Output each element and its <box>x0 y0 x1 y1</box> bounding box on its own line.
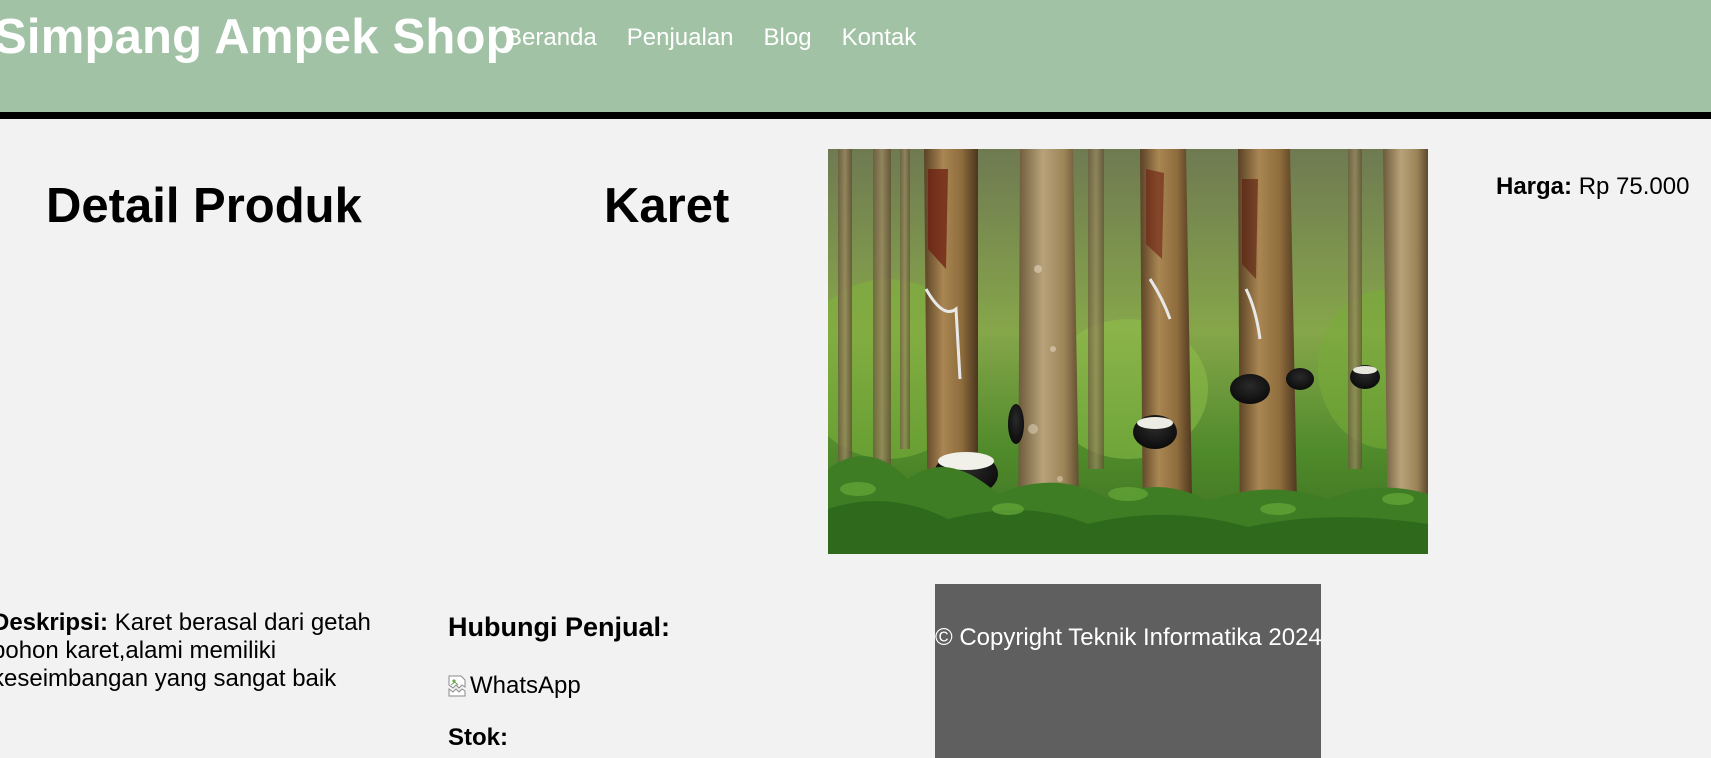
price-label: Harga: <box>1496 173 1573 200</box>
product-name: Karet <box>604 179 730 233</box>
price-value: Rp 75.000 <box>1572 173 1690 200</box>
product-description: Deskripsi: Karet berasal dari getah poho… <box>0 609 382 693</box>
whatsapp-alt-text: WhatsApp <box>470 672 581 699</box>
site-header: Simpang Ampek Shop Beranda Penjualan Blo… <box>0 0 1711 119</box>
description-label: Deskripsi: <box>0 609 109 636</box>
page-title: Detail Produk <box>46 179 362 233</box>
copyright-text: © Copyright Teknik Informatika 2024 <box>935 624 1322 651</box>
nav-link-blog[interactable]: Blog <box>764 24 812 52</box>
stock-label: Stok: <box>448 724 508 751</box>
main-nav: Beranda Penjualan Blog Kontak <box>506 24 946 52</box>
site-footer: © Copyright Teknik Informatika 2024 <box>935 584 1322 758</box>
nav-link-penjualan[interactable]: Penjualan <box>627 24 734 52</box>
nav-link-beranda[interactable]: Beranda <box>506 24 597 52</box>
product-image <box>828 149 1428 554</box>
broken-image-icon <box>448 675 468 697</box>
site-brand[interactable]: Simpang Ampek Shop <box>0 9 516 65</box>
nav-link-kontak[interactable]: Kontak <box>842 24 917 52</box>
product-price: Harga: Rp 75.000 <box>1496 173 1689 201</box>
contact-seller-heading: Hubungi Penjual: <box>448 612 670 642</box>
whatsapp-link[interactable]: WhatsApp <box>448 672 581 700</box>
